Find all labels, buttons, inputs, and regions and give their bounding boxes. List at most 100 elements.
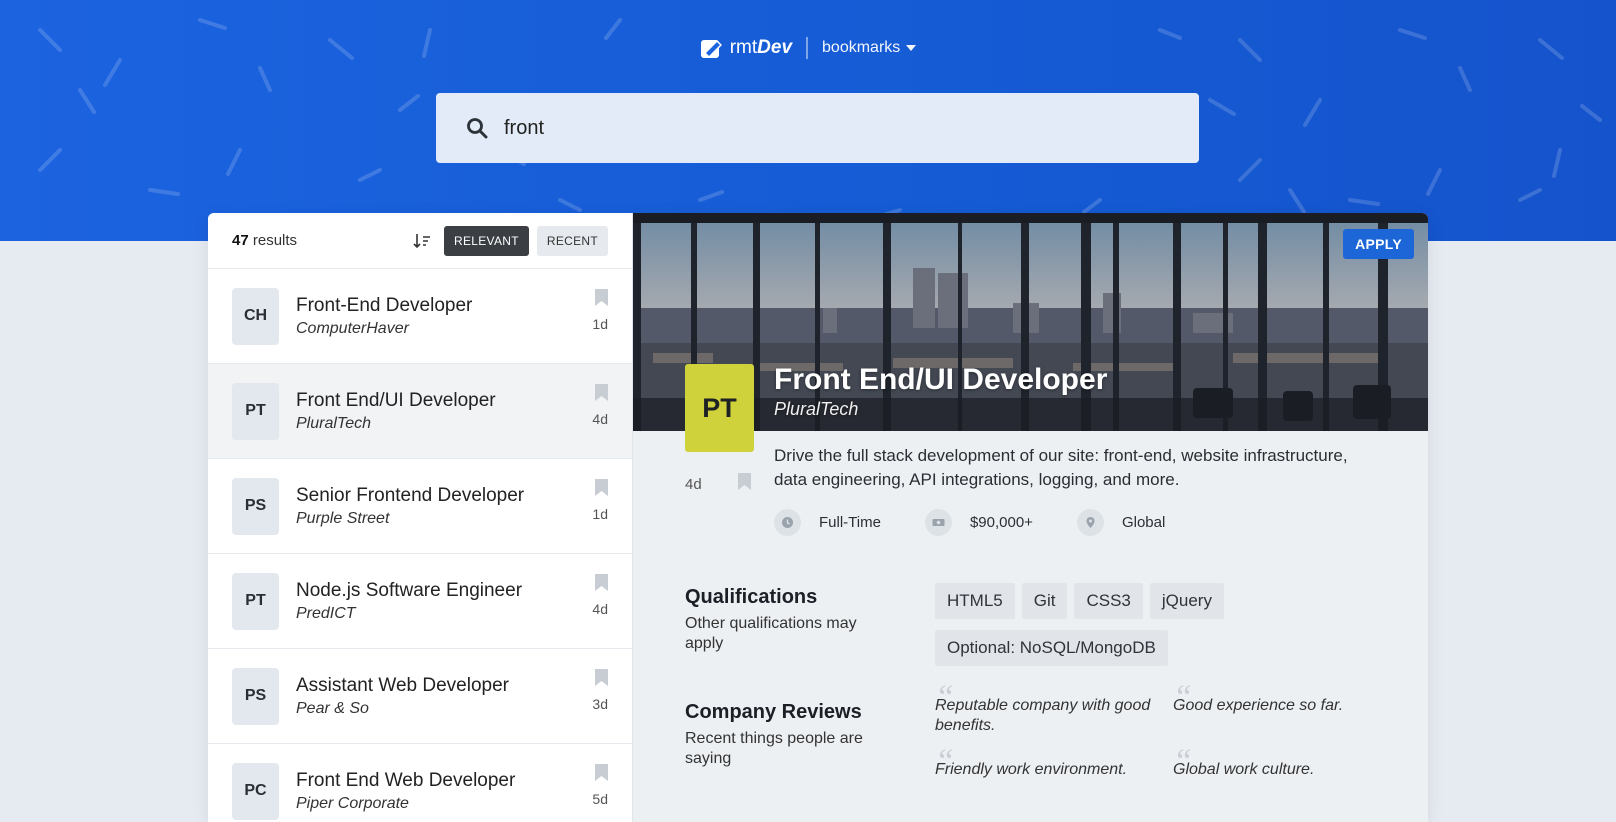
job-text: Node.js Software Engineer PredICT	[296, 580, 522, 623]
job-title: Senior Frontend Developer	[296, 484, 525, 506]
job-age: 5d	[592, 791, 608, 807]
qualification-tag: HTML5	[935, 583, 1015, 619]
tag-location: Global	[1076, 509, 1166, 536]
job-meta: 4d	[592, 574, 608, 617]
tag-duration: Full-Time	[774, 509, 881, 536]
bookmark-icon[interactable]	[738, 473, 751, 490]
results-number: 47	[232, 232, 249, 249]
job-list-sidebar: 47 results RELEVANT RECENT CH Front-End …	[208, 213, 633, 822]
brand-suffix: Dev	[757, 37, 793, 58]
job-meta: 1d	[592, 289, 608, 332]
sort-relevant-button[interactable]: RELEVANT	[443, 225, 529, 256]
review-text: Global work culture.	[1173, 761, 1315, 778]
quote-icon: “	[935, 679, 954, 716]
review-text: Reputable company with good benefits.	[935, 697, 1151, 734]
job-detail-company: PluralTech	[774, 399, 859, 419]
qualification-tag: CSS3	[1074, 583, 1143, 619]
job-text: Front-End Developer ComputerHaver	[296, 295, 472, 338]
job-description: Drive the full stack development of our …	[774, 446, 1348, 489]
review-item: “Friendly work environment.	[935, 745, 1173, 780]
job-item-computerhaver[interactable]: CH Front-End Developer ComputerHaver 1d	[208, 269, 632, 364]
divider	[806, 37, 809, 59]
sorting-controls: RELEVANT RECENT	[412, 225, 608, 256]
main-panel: 47 results RELEVANT RECENT CH Front-End …	[208, 213, 1428, 822]
qualification-tag: Git	[1021, 583, 1068, 619]
results-label: results	[248, 232, 298, 249]
job-badge: PC	[232, 762, 279, 820]
job-badge: PT	[232, 382, 279, 440]
job-badge: PT	[232, 572, 279, 630]
job-text: Senior Frontend Developer Purple Street	[296, 485, 524, 528]
search-input[interactable]	[504, 116, 1104, 140]
job-badge: PS	[232, 477, 279, 535]
job-company: ComputerHaver	[296, 319, 409, 337]
search-icon	[467, 118, 488, 139]
qualifications-title: Qualifications	[685, 586, 818, 608]
job-badge: PS	[232, 667, 279, 725]
job-age: 1d	[592, 316, 608, 332]
job-tags: Full-Time $90,000+ Global	[774, 509, 1209, 536]
location-pin-icon	[1076, 509, 1104, 536]
caret-down-icon	[906, 45, 917, 51]
bookmark-icon[interactable]	[595, 289, 608, 306]
job-company: Purple Street	[296, 509, 390, 527]
search-bar	[436, 93, 1199, 163]
job-list: CH Front-End Developer ComputerHaver 1d …	[208, 269, 632, 822]
job-item-pluraltech[interactable]: PT Front End/UI Developer PluralTech 4d	[208, 364, 632, 459]
job-badge: CH	[232, 287, 279, 345]
money-icon	[924, 509, 952, 536]
qualification-tag: Optional: NoSQL/MongoDB	[935, 630, 1168, 666]
reviews-list: “Reputable company with good benefits. “…	[935, 681, 1395, 780]
job-item-purple-street[interactable]: PS Senior Frontend Developer Purple Stre…	[208, 459, 632, 554]
quote-icon: “	[1173, 743, 1192, 780]
job-text: Front End/UI Developer PluralTech	[296, 390, 496, 433]
sort-icon	[413, 233, 430, 248]
review-text: Friendly work environment.	[935, 761, 1128, 778]
job-age: 3d	[592, 696, 608, 712]
bookmarks-button[interactable]: bookmarks	[822, 39, 917, 57]
job-age: 4d	[592, 601, 608, 617]
company-badge: PT	[685, 364, 754, 452]
review-item: “Reputable company with good benefits.	[935, 681, 1173, 736]
bookmark-icon[interactable]	[595, 764, 608, 781]
bookmark-icon[interactable]	[595, 479, 608, 496]
job-company: PluralTech	[296, 414, 372, 432]
clock-icon	[774, 509, 801, 536]
quote-icon: “	[1173, 679, 1192, 716]
results-count: 47 results	[232, 232, 297, 249]
review-item: “Good experience so far.	[1173, 681, 1393, 736]
review-text: Good experience so far.	[1173, 697, 1344, 714]
bookmarks-label: bookmarks	[822, 39, 901, 56]
job-item-pear-and-so[interactable]: PS Assistant Web Developer Pear & So 3d	[208, 649, 632, 744]
qualification-tag: jQuery	[1149, 583, 1224, 619]
tag-salary-text: $90,000+	[969, 514, 1033, 531]
qualifications-list: HTML5 Git CSS3 jQuery Optional: NoSQL/Mo…	[935, 583, 1395, 670]
job-item-predict[interactable]: PT Node.js Software Engineer PredICT 4d	[208, 554, 632, 649]
job-company: Piper Corporate	[296, 794, 409, 812]
tag-salary: $90,000+	[924, 509, 1033, 536]
bookmark-icon[interactable]	[595, 669, 608, 686]
job-company: Pear & So	[296, 699, 369, 717]
header-hero: rmt Dev bookmarks	[0, 0, 1616, 241]
bookmark-icon[interactable]	[595, 384, 608, 401]
job-detail: APPLY PT Front End/UI Developer PluralTe…	[633, 213, 1428, 822]
brand-prefix: rmt	[729, 37, 758, 58]
tag-location-text: Global	[1121, 514, 1166, 531]
tag-duration-text: Full-Time	[819, 514, 881, 531]
apply-button[interactable]: APPLY	[1343, 229, 1414, 259]
job-meta: 3d	[592, 669, 608, 712]
qualifications-subtitle: Other qualifications may apply	[685, 615, 857, 652]
job-text: Front End Web Developer Piper Corporate	[296, 770, 515, 813]
job-title: Front-End Developer	[296, 294, 473, 316]
sidebar-top: 47 results RELEVANT RECENT	[208, 213, 632, 269]
bookmark-icon[interactable]	[595, 574, 608, 591]
job-detail-title: Front End/UI Developer	[774, 363, 1108, 396]
quote-icon: “	[935, 743, 954, 780]
job-meta: 5d	[592, 764, 608, 807]
review-item: “Global work culture.	[1173, 745, 1393, 780]
sort-recent-button[interactable]: RECENT	[536, 225, 608, 256]
top-bar: rmt Dev bookmarks	[0, 36, 1616, 60]
job-meta: 1d	[592, 479, 608, 522]
job-item-piper-corporate[interactable]: PC Front End Web Developer Piper Corpora…	[208, 744, 632, 822]
logo[interactable]: rmt Dev	[700, 37, 792, 59]
